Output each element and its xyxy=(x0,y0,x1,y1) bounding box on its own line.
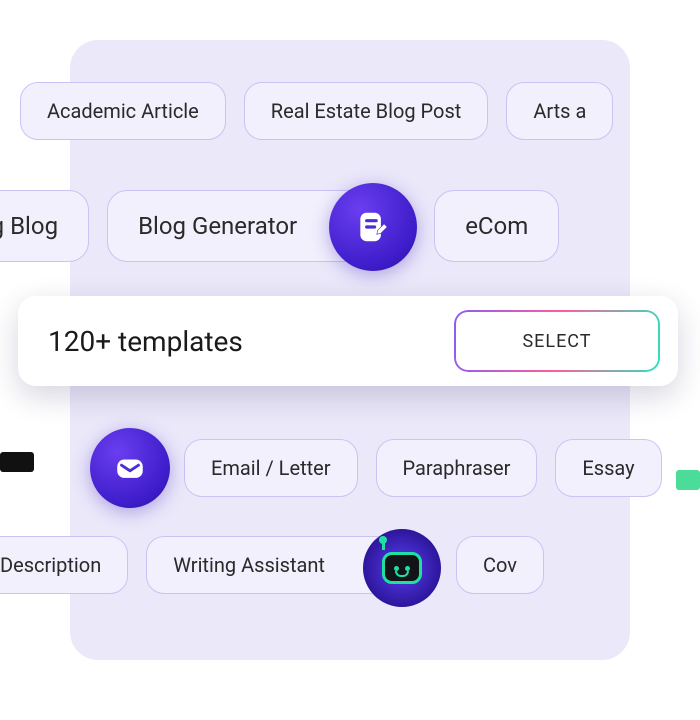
template-row-4: Email / Letter Paraphraser Essay xyxy=(90,428,700,508)
templates-title: 120+ templates xyxy=(48,325,243,358)
chip-real-estate-blog[interactable]: Real Estate Blog Post xyxy=(244,82,489,140)
chip-label: Writing Assistant xyxy=(173,553,325,577)
edit-note-icon xyxy=(329,183,417,271)
chip-arts[interactable]: Arts a xyxy=(506,82,613,140)
chip-blog-generator[interactable]: Blog Generator xyxy=(107,190,388,262)
chip-label: Blog Generator xyxy=(138,212,297,240)
chip-academic-article[interactable]: Academic Article xyxy=(20,82,226,140)
chip-product-description[interactable]: uct Description xyxy=(0,536,128,594)
chip-marketing-blog[interactable]: eting Blog xyxy=(0,190,89,262)
select-button-label: SELECT xyxy=(522,331,591,352)
decor-stub xyxy=(0,452,34,472)
templates-card: 120+ templates SELECT xyxy=(18,296,678,386)
chip-writing-assistant[interactable]: Writing Assistant xyxy=(146,536,416,594)
chip-email-letter[interactable]: Email / Letter xyxy=(184,439,358,497)
chip-ecom[interactable]: eCom xyxy=(434,190,559,262)
chip-paraphraser[interactable]: Paraphraser xyxy=(376,439,538,497)
bot-icon xyxy=(363,529,441,607)
select-button[interactable]: SELECT xyxy=(454,310,660,372)
template-row-2: eting Blog Blog Generator eCom xyxy=(0,190,620,262)
template-row-5: uct Description Writing Assistant Cov xyxy=(0,536,640,594)
template-row-1: Academic Article Real Estate Blog Post A… xyxy=(20,82,700,140)
mail-icon xyxy=(90,428,170,508)
chip-essay[interactable]: Essay xyxy=(555,439,661,497)
chip-cover[interactable]: Cov xyxy=(456,536,544,594)
